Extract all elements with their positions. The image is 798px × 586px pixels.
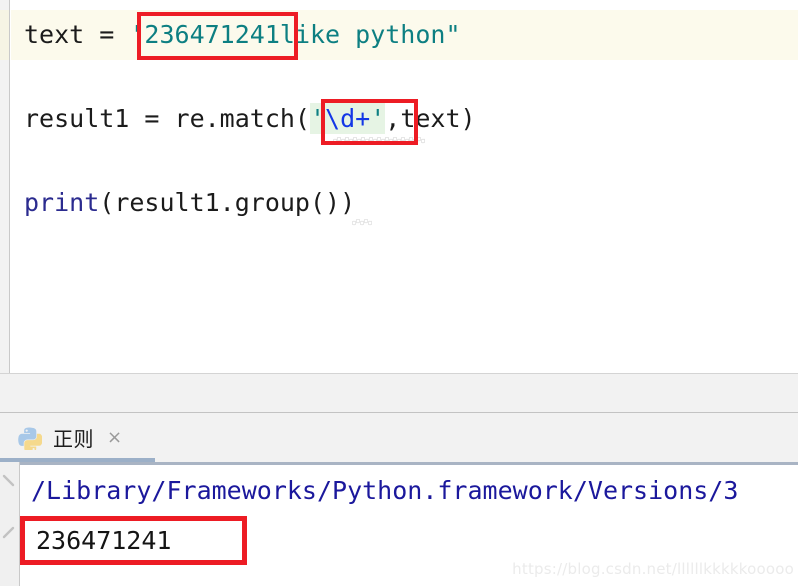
code-token-regex-quote-open: '	[309, 104, 326, 133]
code-token-regex-escape: \d+	[325, 104, 371, 133]
console-interpreter-path: /Library/Frameworks/Python.framework/Ver…	[31, 476, 739, 505]
code-line-1[interactable]: text = '236471241like python"	[24, 20, 461, 50]
code-line-3[interactable]: print(result1.group())	[24, 188, 355, 218]
console-result-value: 236471241	[36, 526, 172, 555]
code-line-2[interactable]: result1 = re.match('\d+',text)	[24, 103, 476, 134]
fold-chevron-icon[interactable]	[2, 474, 16, 488]
code-token-string-rest: like python"	[279, 20, 461, 49]
fold-chevron-icon[interactable]	[2, 526, 16, 540]
code-token-print-keyword: print	[24, 188, 100, 217]
code-token-print-args: (result1.group())	[99, 188, 356, 217]
print-warning-squiggle	[352, 219, 372, 226]
console-output-pane[interactable]: /Library/Frameworks/Python.framework/Ver…	[0, 462, 798, 586]
code-token-string-number: 236471241	[144, 20, 280, 49]
code-text-area[interactable]: text = '236471241like python" result1 = …	[11, 0, 798, 373]
console-tab-bar[interactable]: 正则 ×	[0, 413, 798, 462]
code-editor-pane[interactable]: text = '236471241like python" result1 = …	[0, 0, 798, 373]
code-token-rematch-call: result1 = re.match(	[24, 104, 310, 133]
editor-gutter[interactable]	[0, 0, 10, 373]
close-icon[interactable]: ×	[107, 428, 122, 447]
editor-gutter-current-line-marker	[0, 10, 9, 60]
python-icon	[18, 426, 43, 452]
code-token-rematch-args: ,text)	[385, 104, 476, 133]
watermark-text: https://blog.csdn.net/llllllkkkkkooooo	[512, 560, 794, 578]
tab-regex-console[interactable]: 正则 ×	[0, 413, 136, 462]
console-top-border	[0, 462, 798, 465]
code-token-regex-quote-close: '	[370, 104, 386, 133]
code-token-regex-literal: '\d+'	[309, 103, 386, 134]
editor-console-divider[interactable]	[0, 373, 798, 413]
code-token-string-quote-open: '	[129, 20, 145, 49]
regex-warning-squiggle	[333, 137, 425, 144]
tab-regex-console-label: 正则	[53, 427, 94, 451]
code-token-assign-text: text =	[24, 20, 130, 49]
console-gutter[interactable]	[0, 462, 20, 586]
